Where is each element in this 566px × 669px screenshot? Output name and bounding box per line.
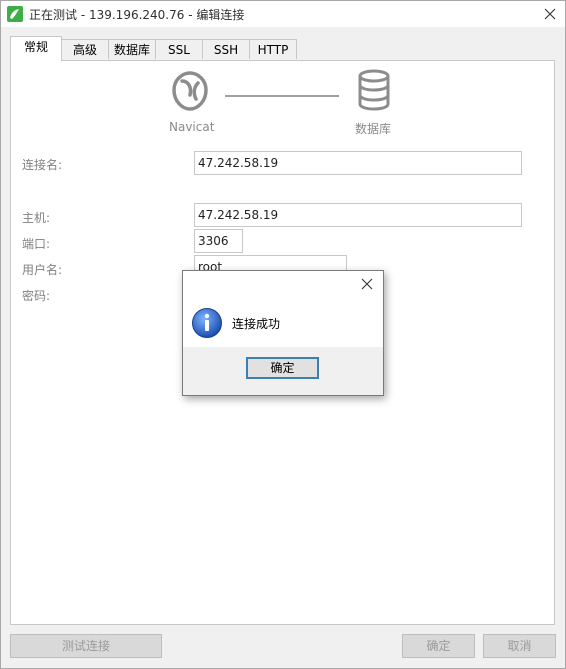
- cancel-button[interactable]: 取消: [483, 634, 556, 658]
- tab-ssh[interactable]: SSH: [202, 39, 250, 59]
- dialog-footer: 确定: [183, 347, 383, 395]
- tab-databases[interactable]: 数据库: [108, 39, 156, 59]
- dialog-close-icon[interactable]: [357, 274, 377, 294]
- dialog-ok-button[interactable]: 确定: [246, 357, 319, 379]
- navicat-label: Navicat: [169, 120, 215, 134]
- tab-strip: 常规 高级 数据库 SSL SSH HTTP: [1, 27, 565, 61]
- host-input[interactable]: 47.242.58.19: [194, 203, 522, 227]
- tab-ssl[interactable]: SSL: [155, 39, 203, 59]
- port-input[interactable]: 3306: [194, 229, 243, 253]
- window-title: 正在测试 - 139.196.240.76 - 编辑连接: [29, 8, 245, 22]
- tab-advanced[interactable]: 高级: [61, 39, 109, 59]
- tab-http[interactable]: HTTP: [249, 39, 297, 59]
- dialog-title-bar[interactable]: [183, 271, 383, 297]
- connection-line: [225, 95, 339, 97]
- tab-general[interactable]: 常规: [10, 36, 62, 61]
- connection-name-input[interactable]: 47.242.58.19: [194, 151, 522, 175]
- test-connection-button[interactable]: 测试连接: [10, 634, 162, 658]
- dialog-message: 连接成功: [232, 317, 281, 331]
- database-icon: [356, 69, 392, 111]
- close-icon[interactable]: [540, 4, 560, 24]
- title-bar[interactable]: 正在测试 - 139.196.240.76 - 编辑连接: [1, 1, 565, 27]
- navicat-logo-icon: [168, 69, 212, 113]
- password-label: 密码:: [22, 289, 51, 303]
- navicat-app-icon: [7, 6, 23, 22]
- database-label: 数据库: [355, 122, 392, 136]
- info-icon: [191, 307, 223, 339]
- connection-name-label: 连接名:: [22, 158, 63, 172]
- host-label: 主机:: [22, 211, 51, 225]
- port-label: 端口:: [22, 237, 51, 251]
- ok-button[interactable]: 确定: [402, 634, 475, 658]
- username-label: 用户名:: [22, 263, 63, 277]
- connection-success-dialog: 连接成功 确定: [182, 270, 384, 396]
